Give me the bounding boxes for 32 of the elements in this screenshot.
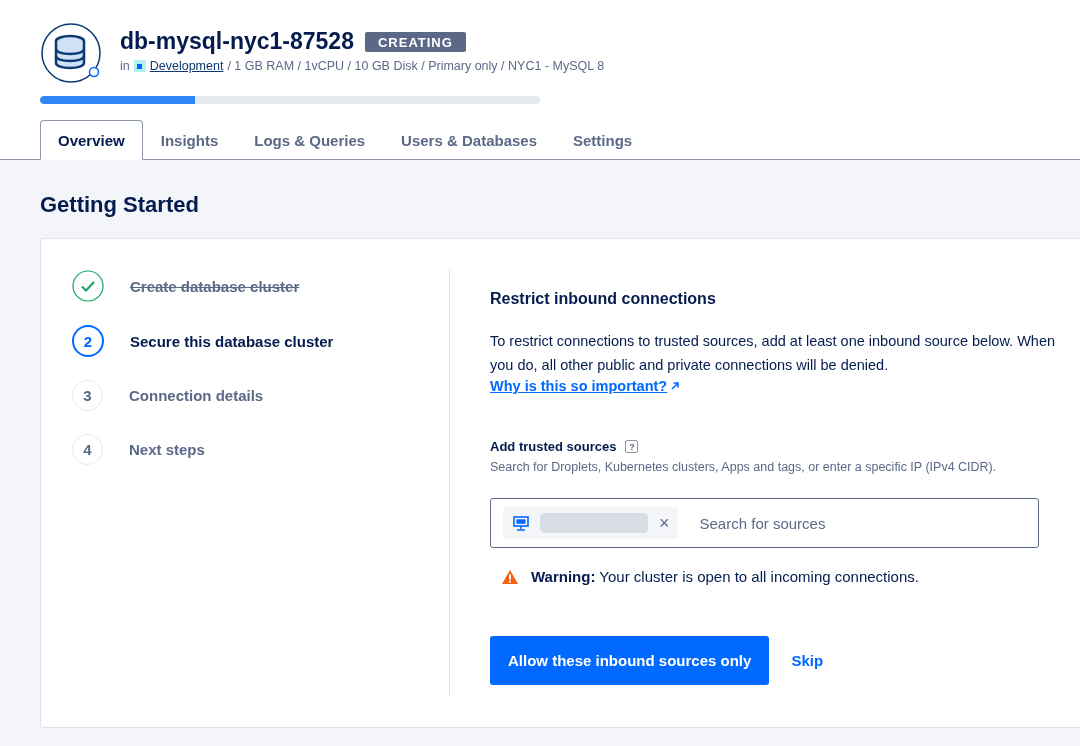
tab[interactable]: Settings <box>555 120 651 160</box>
description: To restrict connections to trusted sources, add at least one inbound source below. When you do, all other public and private connections will be denied. <box>490 332 1057 375</box>
remove-button[interactable]: × <box>659 512 670 534</box>
step-label: Next steps <box>129 441 205 458</box>
meta-prefix: in <box>120 59 130 73</box>
why-link[interactable]: Why is this so important? <box>490 378 681 394</box>
panel-title: Restrict inbound connections <box>490 290 717 308</box>
step-number: 2 <box>72 325 104 357</box>
sources-field[interactable]: × Search for sources <box>490 498 1039 548</box>
tab[interactable]: Insights <box>142 120 237 160</box>
tab[interactable]: Overview <box>40 120 143 160</box>
tab[interactable]: Users & Databases <box>383 120 555 160</box>
warning-icon <box>501 568 519 585</box>
step-label: Secure this database cluster <box>130 332 334 350</box>
project-icon <box>133 60 146 72</box>
database-title: db-mysql-nyc1-87528 <box>120 28 354 55</box>
step-label: Connection details <box>129 387 264 404</box>
step-label: Create database cluster <box>130 277 300 295</box>
monitor-icon <box>513 515 529 531</box>
warning-text: Warning: Your cluster is open to all incoming connections. <box>531 568 919 585</box>
allow-button[interactable]: Allow these inbound sources only <box>490 636 770 685</box>
cluster-specs: / 1 GB RAM / 1vCPU / 10 GB Disk / Primary only / NYC1 - MySQL 8 <box>227 59 605 73</box>
database-icon <box>40 22 102 84</box>
field-label: Add trusted sources <box>490 439 617 454</box>
external-link-icon <box>670 381 681 391</box>
project-link[interactable]: Development <box>149 59 224 73</box>
help-icon[interactable]: ? <box>625 440 639 453</box>
status-badge: CREATING <box>364 31 466 52</box>
field-hint: Search for Droplets, Kubernetes clusters, Apps and tags, or enter a specific IP (IPv4 CIDR). <box>490 460 998 474</box>
skip-link[interactable]: Skip <box>791 652 824 669</box>
tab[interactable]: Logs & Queries <box>236 120 384 160</box>
section-title: Getting Started <box>40 192 200 218</box>
